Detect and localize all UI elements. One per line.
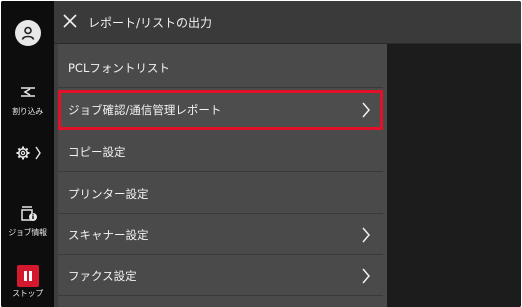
interrupt-label: 割り込み (12, 107, 43, 116)
menu-item-pcl-font-list[interactable]: PCLフォントリスト (58, 48, 383, 88)
control-panel-screen: 割り込み ジョブ情報 ストップ レポート/リストの出力 PCLフォントリスト ジ… (1, 1, 521, 307)
report-menu-list: PCLフォントリスト ジョブ確認/通信管理レポート コピー設定 プリンター設定 … (54, 44, 387, 307)
menu-item-label: スキャナー設定 (68, 228, 149, 242)
interrupt-icon (20, 87, 35, 97)
user-avatar-icon[interactable] (15, 20, 41, 46)
page-title: レポート/リストの出力 (88, 16, 213, 30)
menu-item-label: プリンター設定 (68, 187, 149, 201)
close-icon[interactable] (62, 13, 78, 29)
menu-item-copy-settings[interactable]: コピー設定 (58, 132, 383, 172)
menu-item-label: PCLフォントリスト (68, 61, 170, 75)
settings-button[interactable] (1, 142, 54, 164)
stop-label: ストップ (12, 289, 43, 298)
menu-item-job-report[interactable]: ジョブ確認/通信管理レポート (58, 90, 383, 130)
stop-icon (16, 265, 39, 287)
job-info-label: ジョブ情報 (8, 228, 47, 237)
menu-item-label: ジョブ確認/通信管理レポート (68, 103, 222, 117)
menu-item-label: ファクス設定 (68, 269, 137, 283)
menu-item-printer-settings[interactable]: プリンター設定 (58, 174, 383, 214)
chevron-right-icon (362, 102, 370, 118)
stop-button[interactable]: ストップ (1, 265, 54, 299)
job-info-icon (20, 206, 37, 221)
chevron-right-icon (362, 227, 370, 243)
menu-item-label: コピー設定 (68, 145, 126, 159)
sidebar: 割り込み ジョブ情報 ストップ (1, 1, 54, 307)
chevron-right-icon (362, 268, 370, 284)
interrupt-button[interactable]: 割り込み (1, 83, 54, 117)
header-bar: レポート/リストの出力 (54, 1, 521, 44)
gear-icon (16, 146, 41, 160)
menu-item-scanner-settings[interactable]: スキャナー設定 (58, 215, 383, 255)
right-empty-panel (387, 44, 521, 307)
menu-item-fax-settings[interactable]: ファクス設定 (58, 256, 383, 296)
job-info-button[interactable]: ジョブ情報 (1, 204, 54, 238)
